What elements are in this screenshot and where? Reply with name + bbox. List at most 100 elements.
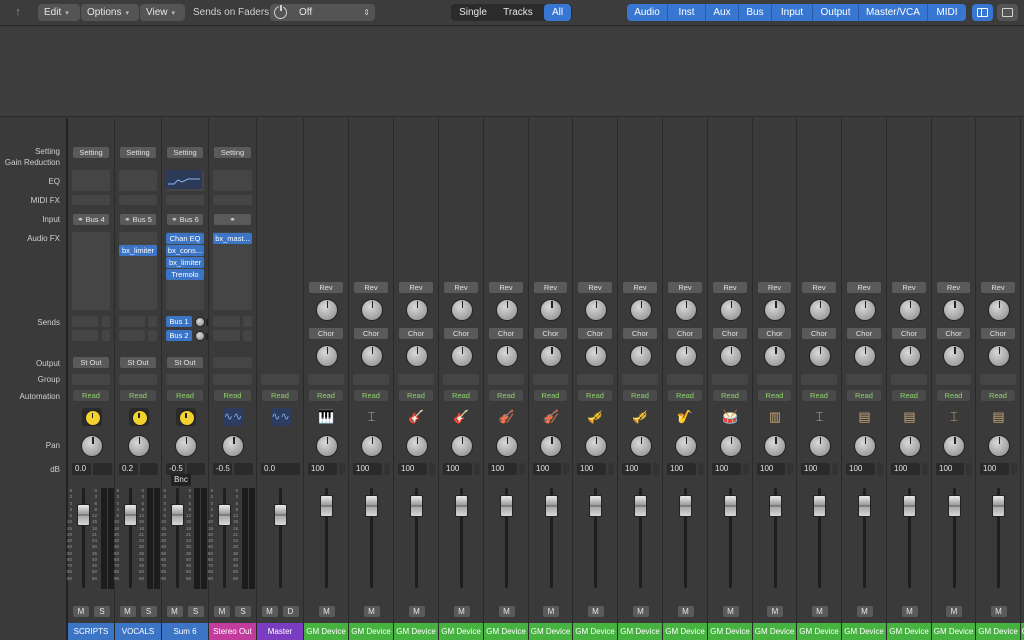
automation-read-button[interactable]: Read [73, 390, 109, 401]
send-chor-button[interactable]: Chor [354, 328, 388, 339]
send-rev-knob[interactable] [943, 299, 965, 321]
send-chor-button[interactable]: Chor [668, 328, 702, 339]
mute-button[interactable]: M [408, 606, 425, 617]
volume-value[interactable]: 100 [533, 463, 561, 475]
automation-read-button[interactable]: Read [758, 390, 791, 401]
send-chor-knob[interactable] [360, 345, 383, 367]
group-slot[interactable] [533, 374, 568, 385]
send-rev-button[interactable]: Rev [937, 282, 970, 293]
automation-read-button[interactable]: Read [892, 390, 926, 401]
mute-button[interactable]: M [214, 606, 230, 617]
pan-knob[interactable] [127, 435, 150, 457]
send-rev-button[interactable]: Rev [758, 282, 791, 293]
audio-fx-plugin[interactable]: bx_limiter [166, 257, 204, 268]
volume-value[interactable]: 100 [846, 463, 875, 475]
mute-button[interactable]: M [543, 606, 559, 617]
automation-read-button[interactable]: Read [444, 390, 478, 401]
send-chor-button[interactable]: Chor [444, 328, 478, 339]
view-mode-tracks[interactable]: Tracks [495, 4, 541, 21]
volume-fader[interactable] [724, 495, 737, 517]
pan-knob[interactable] [898, 435, 921, 457]
mute-button[interactable]: M [166, 606, 183, 617]
track-name[interactable]: GM Device [842, 623, 886, 640]
send-slot[interactable] [213, 330, 240, 341]
send-rev-button[interactable]: Rev [399, 282, 433, 293]
pan-knob[interactable] [360, 435, 383, 457]
filter-inst[interactable]: Inst [667, 4, 705, 21]
send-chor-knob[interactable] [495, 345, 518, 367]
mute-button[interactable]: M [498, 606, 515, 617]
group-slot[interactable] [757, 374, 792, 385]
volume-value[interactable]: 100 [891, 463, 920, 475]
synth-icon[interactable]: ▤ [900, 408, 920, 426]
send-slot[interactable] [213, 316, 240, 327]
track-name[interactable]: GM Device [529, 623, 572, 640]
send-level-slot[interactable] [243, 330, 252, 341]
mute-button[interactable]: M [587, 606, 604, 617]
send-chor-button[interactable]: Chor [534, 328, 567, 339]
group-slot[interactable] [353, 374, 389, 385]
send-slot[interactable] [72, 330, 98, 341]
group-slot[interactable] [488, 374, 524, 385]
volume-value[interactable]: 0.0 [261, 463, 300, 475]
send-chor-button[interactable]: Chor [758, 328, 791, 339]
volume-value[interactable]: 100 [443, 463, 472, 475]
trumpet-icon[interactable]: 🎺 [631, 408, 651, 426]
eq-display[interactable] [166, 170, 204, 191]
pan-knob[interactable] [629, 435, 652, 457]
send-rev-knob[interactable] [450, 299, 473, 321]
synth-icon[interactable]: ▤ [855, 408, 875, 426]
send-rev-knob[interactable] [405, 299, 428, 321]
group-slot[interactable] [577, 374, 613, 385]
send-chor-button[interactable]: Chor [847, 328, 881, 339]
volume-value[interactable]: 100 [353, 463, 382, 475]
send-chor-knob[interactable] [674, 345, 697, 367]
send-slot[interactable] [72, 316, 98, 327]
send-rev-knob[interactable] [629, 299, 652, 321]
view-menu[interactable]: View ▾ [140, 4, 185, 21]
input-button[interactable]: ⚭ Bus 6 [167, 214, 203, 225]
automation-read-button[interactable]: Read [578, 390, 612, 401]
send-level-knob[interactable] [195, 317, 208, 327]
midi-fx-slot[interactable] [72, 195, 110, 205]
automation-read-button[interactable]: Read [668, 390, 702, 401]
midi-fx-slot[interactable] [166, 195, 204, 205]
track-name[interactable]: GM Device [618, 623, 662, 640]
volume-value[interactable]: 100 [801, 463, 830, 475]
track-name[interactable]: GM Device [663, 623, 707, 640]
send-chor-knob[interactable] [898, 345, 921, 367]
mute-button[interactable]: M [990, 606, 1007, 617]
audio-fx-plugin[interactable]: Tremolo [166, 269, 204, 280]
filter-input[interactable]: Input [771, 4, 812, 21]
send-level-slot[interactable] [148, 316, 157, 327]
pan-knob[interactable] [450, 435, 473, 457]
volume-value[interactable]: 100 [308, 463, 337, 475]
send-rev-button[interactable]: Rev [623, 282, 657, 293]
send-rev-knob[interactable] [360, 299, 383, 321]
send-chor-button[interactable]: Chor [399, 328, 433, 339]
automation-read-button[interactable]: Read [120, 390, 156, 401]
send-rev-button[interactable]: Rev [354, 282, 388, 293]
view-mode-all[interactable]: All [544, 4, 571, 21]
send-rev-knob[interactable] [584, 299, 607, 321]
electric-guitar-icon[interactable]: 🎸 [452, 408, 472, 426]
eq-display[interactable] [213, 170, 252, 191]
send-rev-button[interactable]: Rev [534, 282, 567, 293]
volume-fader[interactable] [634, 495, 647, 517]
send-rev-button[interactable]: Rev [668, 282, 702, 293]
group-slot[interactable] [622, 374, 658, 385]
automation-read-button[interactable]: Read [713, 390, 747, 401]
volume-fader[interactable] [903, 495, 916, 517]
output-button[interactable]: St Out [73, 357, 109, 368]
send-rev-knob[interactable] [987, 299, 1010, 321]
pan-knob[interactable] [315, 435, 338, 457]
keyboard-stand-icon[interactable]: ⌶ [810, 408, 830, 426]
pan-knob[interactable] [405, 435, 428, 457]
track-name[interactable]: GM Device [887, 623, 931, 640]
input-button[interactable]: ⚭ [214, 214, 251, 225]
filter-audio[interactable]: Audio [627, 4, 667, 21]
input-button[interactable]: ⚭ Bus 4 [73, 214, 109, 225]
send-chor-knob[interactable] [315, 345, 338, 367]
pan-knob[interactable] [943, 435, 965, 457]
group-slot[interactable] [667, 374, 703, 385]
